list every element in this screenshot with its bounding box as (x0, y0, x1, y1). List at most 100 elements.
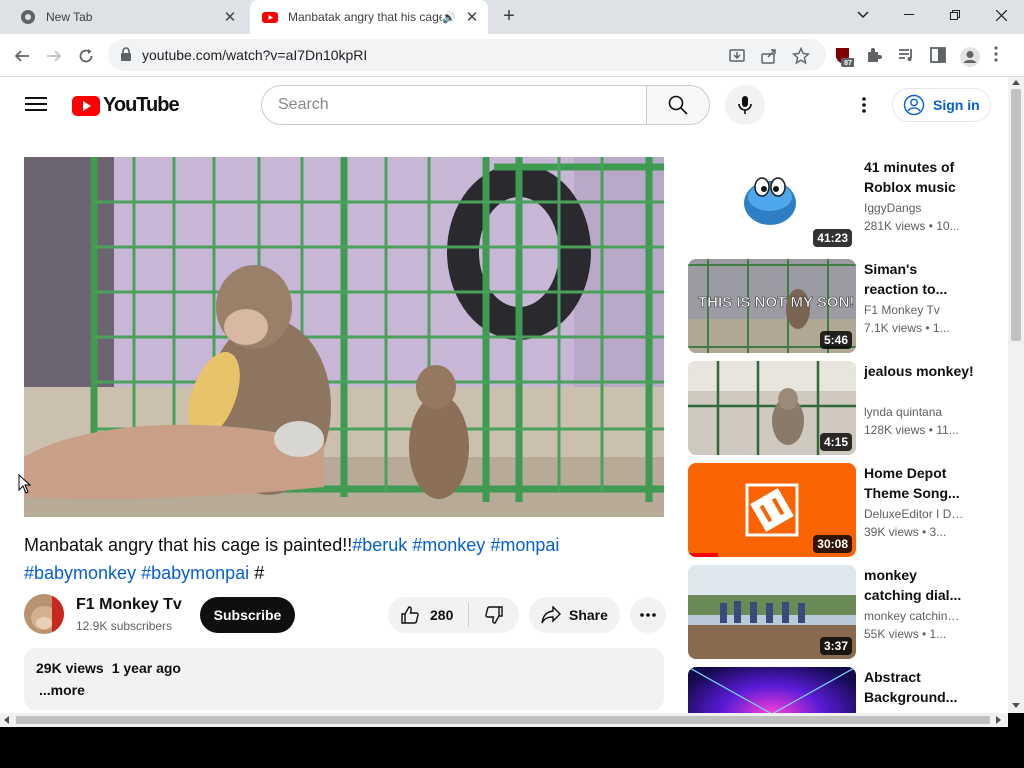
recommendation-item[interactable]: Abstract Background... (688, 667, 988, 713)
scrollbar-thumb[interactable] (16, 716, 990, 724)
like-count: 280 (430, 607, 454, 623)
masthead: YouTube Search Sign in (0, 77, 1008, 133)
restore-button[interactable] (932, 0, 978, 30)
share-label: Share (569, 607, 608, 623)
address-bar[interactable]: youtube.com/watch?v=aI7Dn10kpRI (108, 39, 826, 71)
subscribe-button[interactable]: Subscribe (200, 597, 295, 633)
recommendation-title[interactable]: Abstract Background... (864, 667, 974, 707)
recommendation-item[interactable]: 4:15 jealous monkey! lynda quintana 128K… (688, 361, 988, 455)
horizontal-scrollbar[interactable] (0, 713, 1008, 727)
duration-badge: 5:46 (819, 331, 852, 349)
tab-title: Manbatak angry that his cage (288, 10, 442, 24)
search-button[interactable] (646, 85, 710, 125)
new-tab-button[interactable]: + (498, 6, 520, 28)
hashtag-link[interactable]: #babymonpai (141, 563, 249, 583)
thumbs-up-icon (401, 606, 419, 624)
description-box[interactable]: 29K views 1 year ago ...more (24, 648, 664, 710)
install-app-icon[interactable] (728, 47, 746, 65)
sign-in-button[interactable]: Sign in (892, 88, 991, 122)
video-title-text: Manbatak angry that his cage is painted!… (24, 535, 353, 555)
forward-button[interactable] (40, 42, 68, 70)
video-thumbnail[interactable]: 41:23 (688, 157, 856, 251)
account-icon (903, 94, 925, 116)
scroll-right-arrow-icon[interactable] (996, 716, 1001, 724)
youtube-page: YouTube Search Sign in Manbatak angry th… (0, 77, 1008, 713)
video-thumbnail[interactable]: THIS IS NOT MY SON! 5:46 (688, 259, 856, 353)
recommendation-item[interactable]: 41:23 41 minutes of Roblox music IggyDan… (688, 157, 988, 251)
screen-bottom-bar (0, 727, 1024, 768)
share-button[interactable]: Share (529, 597, 620, 633)
minimize-button[interactable] (886, 0, 932, 30)
voice-search-button[interactable] (725, 85, 765, 125)
duration-badge: 30:08 (813, 535, 852, 553)
microphone-icon (738, 96, 752, 114)
recommendation-title[interactable]: Home Depot Theme Song... (864, 463, 974, 503)
audio-playing-icon[interactable]: 🔊 (442, 11, 458, 24)
media-control-icon[interactable] (897, 46, 917, 66)
recommendation-title[interactable]: Siman's reaction to... (864, 259, 974, 299)
mouse-cursor-icon (18, 474, 32, 494)
video-thumbnail[interactable] (688, 667, 856, 713)
share-page-icon[interactable] (760, 47, 778, 65)
guide-menu-icon[interactable] (24, 93, 48, 117)
bookmark-star-icon[interactable] (792, 47, 810, 65)
extensions-puzzle-icon[interactable] (865, 46, 885, 66)
logo-text: YouTube (103, 94, 180, 116)
recommendation-title[interactable]: monkey catching dial... (864, 565, 974, 605)
scroll-up-arrow-icon[interactable] (1012, 80, 1020, 85)
video-thumbnail[interactable]: 3:37 (688, 565, 856, 659)
recommendation-channel[interactable]: IggyDangs (864, 201, 964, 215)
vertical-scrollbar[interactable] (1008, 77, 1024, 713)
scroll-left-arrow-icon[interactable] (4, 716, 9, 724)
recommendation-item[interactable]: 30:08 Home Depot Theme Song... DeluxeEdi… (688, 463, 988, 557)
hashtag-link[interactable]: #beruk (352, 535, 407, 555)
recommendation-title[interactable]: 41 minutes of Roblox music (864, 157, 974, 197)
share-arrow-icon (541, 606, 561, 624)
svg-text:87: 87 (844, 60, 852, 67)
side-panel-icon[interactable] (929, 46, 949, 66)
youtube-favicon-icon (262, 12, 278, 23)
recommendation-meta: 281K views • 10... (864, 219, 960, 233)
upload-age: 1 year ago (111, 660, 181, 676)
video-thumbnail[interactable]: 30:08 (688, 463, 856, 557)
scroll-down-arrow-icon[interactable] (1012, 703, 1020, 708)
svg-text:THIS IS NOT MY SON!: THIS IS NOT MY SON! (698, 294, 854, 311)
recommendation-item[interactable]: 3:37 monkey catching dial... monkey catc… (688, 565, 988, 659)
hashtag-link[interactable]: #monkey (412, 535, 485, 555)
more-horizontal-icon (640, 613, 656, 617)
chrome-icon (21, 10, 35, 24)
search-input[interactable]: Search (261, 85, 647, 125)
tab-youtube-video[interactable]: Manbatak angry that his cage 🔊 ✕ (250, 0, 488, 34)
more-actions-button[interactable] (630, 597, 666, 633)
youtube-logo[interactable]: YouTube (72, 94, 180, 117)
search-icon (668, 95, 688, 115)
channel-name[interactable]: F1 Monkey Tv (76, 596, 182, 614)
recommendation-title[interactable]: jealous monkey! (864, 361, 974, 381)
extension-ublock-icon[interactable]: 87 (834, 46, 855, 67)
recommendation-channel[interactable]: DeluxeEditor I DJ... (864, 507, 964, 521)
recommendation-item[interactable]: THIS IS NOT MY SON! 5:46 Siman's reactio… (688, 259, 988, 353)
recommendation-channel[interactable]: monkey catching... (864, 609, 964, 623)
close-tab-icon[interactable]: ✕ (462, 8, 482, 26)
scrollbar-thumb[interactable] (1011, 89, 1021, 341)
close-tab-icon[interactable]: ✕ (220, 8, 240, 26)
settings-menu-icon[interactable] (852, 93, 876, 117)
reload-button[interactable] (72, 42, 100, 70)
show-more-link[interactable]: ...more (39, 682, 652, 698)
hashtag-link[interactable]: #babymonkey (24, 563, 136, 583)
profile-avatar-icon[interactable] (959, 46, 980, 67)
browser-menu-icon[interactable] (994, 46, 1014, 66)
hashtag-link[interactable]: #monpai (490, 535, 559, 555)
back-button[interactable] (8, 42, 36, 70)
recommendation-channel[interactable]: lynda quintana (864, 405, 964, 419)
tab-search-icon[interactable] (840, 0, 886, 30)
dislike-button[interactable] (469, 597, 519, 633)
recommendation-channel[interactable]: F1 Monkey Tv (864, 303, 964, 317)
lock-icon (121, 47, 131, 61)
channel-avatar[interactable] (24, 594, 64, 634)
tab-new-tab[interactable]: New Tab ✕ (8, 0, 246, 34)
video-thumbnail[interactable]: 4:15 (688, 361, 856, 455)
video-player[interactable] (24, 157, 664, 517)
close-window-button[interactable] (978, 0, 1024, 30)
like-button[interactable]: 280 (388, 597, 468, 633)
